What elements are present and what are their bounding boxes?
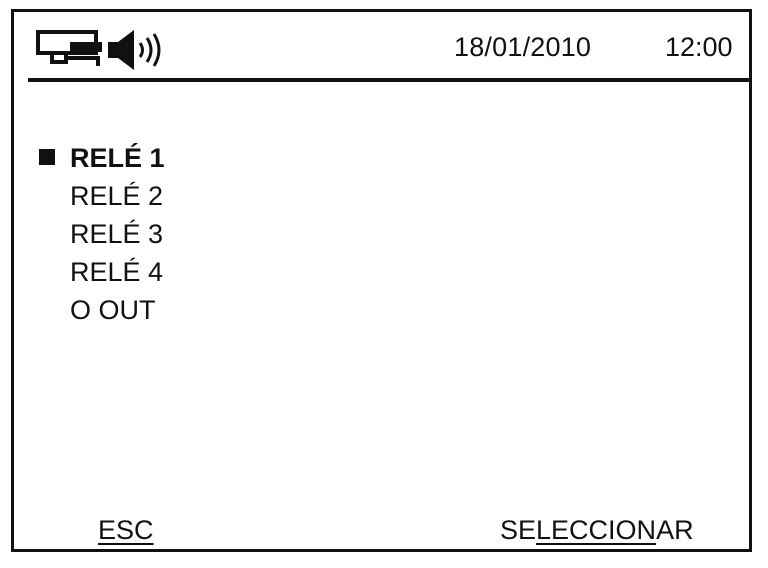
select-softkey-underlined: LECCION xyxy=(536,515,657,545)
menu-item-rele-2[interactable]: RELÉ 2 xyxy=(14,177,749,215)
select-softkey-suffix: AR xyxy=(656,515,694,545)
menu-item-rele-4[interactable]: RELÉ 4 xyxy=(14,253,749,291)
speaker-icon xyxy=(108,30,161,70)
menu-item-rele-3[interactable]: RELÉ 3 xyxy=(14,215,749,253)
time-display: 12:00 xyxy=(665,32,733,62)
date-display: 18/01/2010 xyxy=(454,32,592,62)
menu-item-label: RELÉ 3 xyxy=(70,219,164,249)
selection-marker-icon xyxy=(39,149,55,165)
select-softkey-prefix: SE xyxy=(500,515,537,545)
select-softkey[interactable]: SELECCIONAR xyxy=(500,514,694,546)
menu-item-label: RELÉ 4 xyxy=(70,257,164,287)
device-screen: 18/01/2010 12:00 RELÉ 1 RELÉ 2 RELÉ 3 RE… xyxy=(11,9,752,552)
menu-item-o-out[interactable]: O OUT xyxy=(14,291,749,329)
menu-item-label: RELÉ 1 xyxy=(70,143,165,173)
menu-item-rele-1[interactable]: RELÉ 1 xyxy=(14,139,749,177)
menu-item-label: RELÉ 2 xyxy=(70,181,164,211)
status-bar: 18/01/2010 12:00 xyxy=(14,12,749,78)
esc-softkey[interactable]: ESC xyxy=(98,514,154,546)
header-divider xyxy=(28,78,751,82)
relay-menu: RELÉ 1 RELÉ 2 RELÉ 3 RELÉ 4 O OUT xyxy=(14,139,749,329)
network-icon xyxy=(36,30,102,66)
menu-item-label: O OUT xyxy=(70,295,156,325)
